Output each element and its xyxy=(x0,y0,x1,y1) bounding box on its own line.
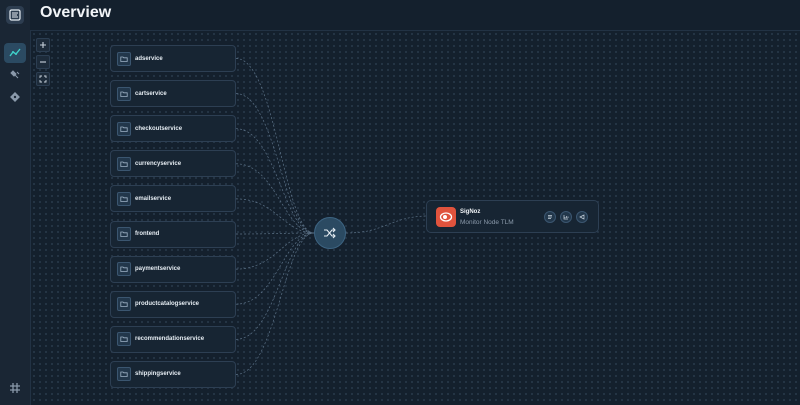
minus-icon xyxy=(40,61,46,63)
source-node-label: frontend xyxy=(135,231,160,237)
edge-adservice-hub xyxy=(235,58,315,234)
source-node-checkoutservice[interactable]: checkoutservice xyxy=(110,115,236,143)
edge-hub-destination xyxy=(345,215,427,234)
source-node-label: adservice xyxy=(135,55,163,62)
source-node-label: emailservice xyxy=(135,195,172,202)
source-node-label: productcatalogservice xyxy=(135,301,200,308)
edge-checkoutservice-hub xyxy=(235,128,315,234)
folder-icon xyxy=(117,191,131,206)
edge-productcatalogservice-hub xyxy=(235,232,315,305)
source-node-frontend[interactable]: frontend xyxy=(110,220,236,248)
zoom-in-button[interactable] xyxy=(36,38,50,52)
shuffle-icon xyxy=(324,227,336,239)
traces-button[interactable] xyxy=(576,211,588,223)
metrics-icon xyxy=(563,215,569,220)
zoom-out-button[interactable] xyxy=(36,55,50,69)
source-node-paymentservice[interactable]: paymentservice xyxy=(110,255,236,283)
source-node-cartservice[interactable]: cartservice xyxy=(110,80,236,108)
fit-view-icon xyxy=(39,75,47,83)
edge-frontend-hub xyxy=(235,232,315,235)
source-node-label: currencyservice xyxy=(135,160,182,167)
fit-view-button[interactable] xyxy=(36,72,50,86)
source-node-emailservice[interactable]: emailservice xyxy=(110,185,236,213)
source-node-label: cartservice xyxy=(135,90,167,97)
traces-icon xyxy=(579,214,585,220)
logs-icon xyxy=(548,215,552,219)
folder-icon xyxy=(117,121,131,136)
folder-icon xyxy=(117,156,131,171)
metrics-button[interactable] xyxy=(560,211,572,223)
source-node-label: checkoutservice xyxy=(135,125,183,132)
edge-cartservice-hub xyxy=(235,93,315,234)
folder-icon xyxy=(117,86,131,101)
signoz-logo-icon xyxy=(439,212,453,222)
destination-subtitle: Monitor Node TLM xyxy=(460,219,514,226)
source-node-productcatalogservice[interactable]: productcatalogservice xyxy=(110,290,236,318)
folder-icon xyxy=(117,367,131,382)
edge-recommendationservice-hub xyxy=(235,232,315,340)
edge-shippingservice-hub xyxy=(235,232,315,375)
folder-icon xyxy=(117,332,131,347)
destination-name: SigNoz xyxy=(460,209,481,215)
edge-paymentservice-hub xyxy=(235,232,315,270)
source-node-label: paymentservice xyxy=(135,266,181,273)
folder-icon xyxy=(117,297,131,312)
source-node-adservice[interactable]: adservice xyxy=(110,45,236,72)
folder-icon xyxy=(117,262,131,277)
source-node-currencyservice[interactable]: currencyservice xyxy=(110,150,236,178)
router-node[interactable] xyxy=(314,217,346,249)
edge-emailservice-hub xyxy=(235,198,315,234)
logs-button[interactable] xyxy=(544,211,556,223)
folder-icon xyxy=(117,227,131,241)
destination-node[interactable]: SigNoz Monitor Node TLM xyxy=(426,200,599,233)
folder-icon xyxy=(117,51,131,66)
source-node-label: recommendationservice xyxy=(135,336,205,343)
signoz-logo xyxy=(436,207,456,227)
source-node-recommendationservice[interactable]: recommendationservice xyxy=(110,325,236,353)
source-node-shippingservice[interactable]: shippingservice xyxy=(110,360,236,388)
source-node-label: shippingservice xyxy=(135,371,181,378)
plus-icon xyxy=(40,42,46,48)
